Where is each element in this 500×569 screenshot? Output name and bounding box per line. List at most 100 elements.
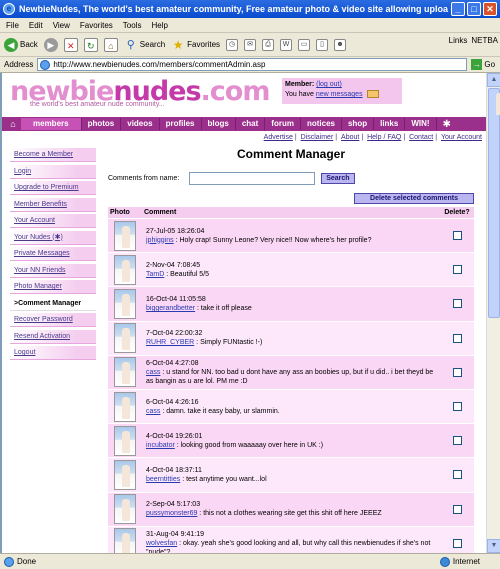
- delete-checkbox[interactable]: [452, 402, 462, 412]
- close-button[interactable]: ✕: [483, 2, 497, 16]
- nav-videos[interactable]: videos: [121, 118, 160, 130]
- delete-checkbox[interactable]: [452, 333, 462, 343]
- delete-checkbox[interactable]: [452, 231, 462, 241]
- photo-thumbnail[interactable]: [114, 425, 136, 456]
- links-label[interactable]: Links: [449, 36, 468, 45]
- nav-members[interactable]: members: [21, 118, 82, 130]
- name-filter-input[interactable]: [189, 172, 316, 185]
- nav-shop[interactable]: shop: [342, 118, 375, 130]
- back-button[interactable]: ◀ Back: [4, 37, 38, 52]
- photo-thumbnail[interactable]: [114, 494, 136, 525]
- nav-photos[interactable]: photos: [82, 118, 122, 130]
- sidebar-item-account[interactable]: Your Account: [10, 214, 96, 228]
- back-label: Back: [20, 40, 38, 49]
- maximize-button[interactable]: □: [467, 2, 481, 16]
- discuss-icon[interactable]: ▭: [298, 38, 311, 51]
- delete-checkbox[interactable]: [452, 436, 462, 446]
- delete-checkbox[interactable]: [452, 504, 462, 514]
- messenger-icon[interactable]: ☻: [334, 38, 347, 51]
- nav-chat[interactable]: chat: [236, 118, 266, 130]
- comment-user-link[interactable]: incubator: [146, 442, 175, 449]
- photo-thumbnail[interactable]: [114, 323, 136, 354]
- sidebar-item-become-member[interactable]: Become a Member: [10, 148, 96, 162]
- logout-link[interactable]: (log out): [316, 81, 342, 88]
- comment-user-link[interactable]: pussymonster69: [146, 510, 197, 517]
- forward-button[interactable]: ▶: [43, 37, 58, 52]
- history-icon[interactable]: ◷: [226, 38, 239, 51]
- nav-star-icon[interactable]: ✱: [437, 119, 457, 130]
- sidebar-item-login[interactable]: Login: [10, 164, 96, 179]
- delete-checkbox[interactable]: [452, 470, 462, 480]
- menu-edit[interactable]: Edit: [29, 21, 43, 30]
- comment-user-link[interactable]: biggerandbetter: [146, 305, 195, 312]
- nav-blogs[interactable]: blogs: [202, 118, 236, 130]
- sidebar-item-benefits[interactable]: Member Benefits: [10, 197, 96, 212]
- sublink-advertise[interactable]: Advertise: [264, 134, 293, 141]
- comment-user-link[interactable]: wolvesfan: [146, 540, 177, 547]
- sublink-account[interactable]: Your Account: [441, 134, 482, 141]
- menu-help[interactable]: Help: [151, 21, 167, 30]
- comment-user-link[interactable]: RUHR_CYBER: [146, 339, 194, 346]
- sidebar-item-photo-manager[interactable]: Photo Manager: [10, 280, 96, 294]
- menu-tools[interactable]: Tools: [123, 21, 142, 30]
- envelope-icon[interactable]: [366, 90, 379, 99]
- minimize-button[interactable]: _: [451, 2, 465, 16]
- home-icon[interactable]: ⌂: [103, 37, 118, 52]
- nav-win[interactable]: WIN!: [405, 118, 437, 130]
- delete-checkbox[interactable]: [452, 265, 462, 275]
- photo-thumbnail[interactable]: [114, 459, 136, 490]
- print-icon[interactable]: ⎙: [262, 38, 275, 51]
- sublink-about[interactable]: About: [341, 134, 359, 141]
- comment-user-link[interactable]: cass: [146, 408, 160, 415]
- sidebar-item-recover-password[interactable]: Recover Password: [10, 313, 96, 327]
- search-icon: ⚲: [126, 38, 135, 51]
- sidebar-item-resend-activation[interactable]: Resend Activation: [10, 329, 96, 344]
- edit-icon[interactable]: W: [280, 38, 293, 51]
- sidebar-item-friends[interactable]: Your NN Friends: [10, 263, 96, 278]
- research-icon[interactable]: ▯: [316, 38, 329, 51]
- sublink-contact[interactable]: Contact: [409, 134, 433, 141]
- netbar-label[interactable]: NETBA: [471, 36, 498, 45]
- new-messages-link[interactable]: new messages: [316, 91, 363, 98]
- delete-checkbox[interactable]: [452, 299, 462, 309]
- nav-notices[interactable]: notices: [301, 118, 342, 130]
- photo-thumbnail[interactable]: [114, 528, 136, 553]
- menu-file[interactable]: File: [6, 21, 19, 30]
- photo-thumbnail[interactable]: [114, 391, 136, 422]
- menu-view[interactable]: View: [53, 21, 70, 30]
- comment-user-link[interactable]: TamD: [146, 271, 164, 278]
- photo-thumbnail[interactable]: [114, 220, 136, 251]
- delete-checkbox[interactable]: [452, 538, 462, 548]
- search-comments-button[interactable]: Search: [321, 173, 355, 184]
- mail-icon[interactable]: ✉: [244, 38, 257, 51]
- scroll-up-icon[interactable]: ▲: [487, 73, 500, 87]
- delete-checkbox[interactable]: [452, 367, 462, 377]
- sidebar-item-upgrade[interactable]: Upgrade to Premium: [10, 181, 96, 195]
- address-input[interactable]: http://www.newbienudes.com/members/comme…: [37, 58, 468, 71]
- sidebar-item-logout[interactable]: Logout: [10, 346, 96, 360]
- delete-selected-button[interactable]: Delete selected comments: [354, 193, 474, 204]
- comment-user-link[interactable]: jphiggins: [146, 237, 174, 244]
- search-button[interactable]: ⚲ Search: [124, 38, 165, 52]
- photo-thumbnail[interactable]: [114, 254, 136, 285]
- stop-icon[interactable]: ✕: [63, 37, 78, 52]
- nav-links[interactable]: links: [374, 118, 406, 130]
- photo-thumbnail[interactable]: [114, 288, 136, 319]
- vertical-scrollbar[interactable]: ▲ ▼: [486, 73, 500, 553]
- menu-favorites[interactable]: Favorites: [80, 21, 113, 30]
- sidebar-item-messages[interactable]: Private Messages: [10, 247, 96, 261]
- favorites-button[interactable]: ★ Favorites: [171, 38, 220, 52]
- scroll-down-icon[interactable]: ▼: [487, 539, 500, 553]
- comment-user-link[interactable]: beerntitties: [146, 476, 180, 483]
- photo-thumbnail[interactable]: [114, 357, 136, 388]
- sidebar-item-your-nudes[interactable]: Your Nudes (✱): [10, 230, 96, 245]
- nav-profiles[interactable]: profiles: [160, 118, 202, 130]
- go-button[interactable]: → Go: [471, 59, 495, 70]
- nav-forum[interactable]: forum: [265, 118, 301, 130]
- nav-home-icon[interactable]: ⌂: [5, 119, 21, 129]
- sublink-help[interactable]: Help / FAQ: [367, 134, 401, 141]
- sublink-disclaimer[interactable]: Disclaimer: [301, 134, 334, 141]
- refresh-icon[interactable]: ↻: [83, 37, 98, 52]
- comment-user-link[interactable]: cass: [146, 369, 160, 376]
- scroll-thumb[interactable]: [488, 88, 500, 318]
